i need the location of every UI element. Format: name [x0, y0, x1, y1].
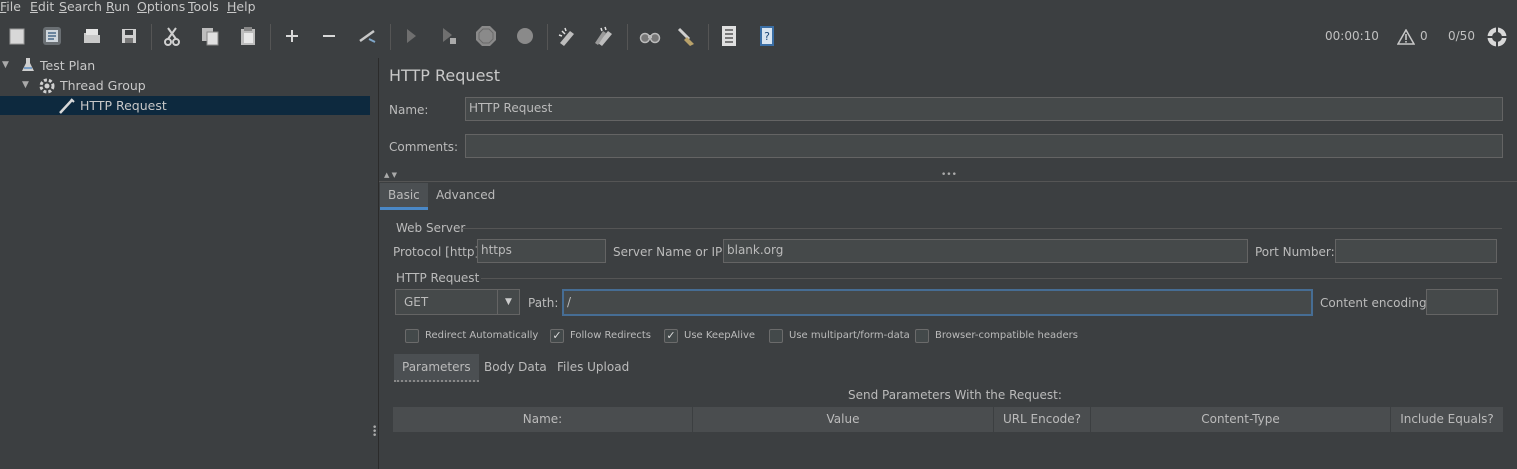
active-threads: 0/50: [1448, 29, 1475, 43]
tab-advanced[interactable]: Advanced: [428, 183, 503, 207]
test-plan-icon: [20, 57, 36, 73]
column-value[interactable]: Value: [693, 407, 994, 432]
browser-headers-label: Browser-compatible headers: [935, 330, 1078, 341]
multipart-label: Use multipart/form-data: [789, 330, 910, 341]
group-divider: [481, 278, 1502, 279]
menu-search[interactable]: Search: [59, 0, 102, 14]
tab-body-data[interactable]: Body Data: [476, 354, 555, 380]
shutdown-icon[interactable]: [512, 22, 538, 50]
collapse-arrow-icon[interactable]: ▼: [2, 56, 14, 75]
browser-headers-checkbox[interactable]: [915, 329, 929, 343]
horizontal-splitter[interactable]: ▲ ▼ •••: [379, 170, 1517, 182]
help-icon[interactable]: ?: [754, 22, 780, 50]
tree-item-test-plan[interactable]: ▼ Test Plan: [0, 56, 370, 75]
save-icon[interactable]: [116, 22, 142, 50]
start-icon[interactable]: [398, 22, 424, 50]
path-label: Path:: [528, 296, 559, 310]
splitter-grip-icon[interactable]: •••: [941, 170, 957, 180]
cut-icon[interactable]: [159, 22, 185, 50]
column-include-equals[interactable]: Include Equals?: [1391, 407, 1503, 432]
remote-status-icon[interactable]: [1484, 23, 1510, 51]
menu-run[interactable]: Run: [106, 0, 130, 14]
vertical-splitter[interactable]: [370, 58, 379, 469]
chevron-down-icon[interactable]: ▼: [497, 290, 519, 314]
expand-icon[interactable]: [279, 22, 305, 50]
svg-text:?: ?: [764, 30, 770, 43]
http-request-legend: HTTP Request: [396, 271, 480, 285]
new-icon[interactable]: [4, 22, 30, 50]
protocol-label: Protocol [http]:: [393, 245, 484, 259]
menu-bar: File Edit Search Run Options Tools Help: [0, 0, 1517, 14]
redirect-auto-label: Redirect Automatically: [425, 330, 539, 341]
tab-basic[interactable]: Basic: [380, 183, 428, 210]
port-field[interactable]: [1335, 239, 1497, 263]
clear-icon[interactable]: [554, 22, 580, 50]
port-label: Port Number:: [1255, 245, 1335, 259]
keepalive-label: Use KeepAlive: [684, 330, 756, 341]
search-icon[interactable]: [637, 22, 663, 50]
encoding-label: Content encoding:: [1320, 296, 1431, 310]
split-arrows-icon[interactable]: ▲ ▼: [384, 171, 397, 179]
comments-field[interactable]: [465, 134, 1503, 158]
warning-count: 0: [1420, 29, 1428, 43]
collapse-icon[interactable]: [316, 22, 342, 50]
open-icon[interactable]: [79, 22, 105, 50]
redirect-auto-checkbox[interactable]: [405, 329, 419, 343]
group-divider: [462, 228, 1502, 229]
encoding-field[interactable]: [1426, 289, 1498, 315]
column-name[interactable]: Name:: [393, 407, 693, 432]
toolbar: ? 00:00:10 0 0/50: [0, 14, 1517, 58]
menu-tools[interactable]: Tools: [188, 0, 219, 14]
http-request-icon: [58, 97, 75, 114]
path-field[interactable]: /: [562, 289, 1313, 316]
paste-icon[interactable]: [235, 22, 261, 50]
reset-search-icon[interactable]: [673, 22, 699, 50]
parameters-table-header: Name: Value URL Encode? Content-Type Inc…: [393, 407, 1503, 432]
page-title: HTTP Request: [389, 66, 501, 85]
start-no-pause-icon[interactable]: [436, 22, 462, 50]
web-server-legend: Web Server: [396, 221, 466, 235]
warning-icon[interactable]: [1393, 23, 1419, 51]
follow-redirects-label: Follow Redirects: [570, 330, 651, 341]
menu-help[interactable]: Help: [227, 0, 256, 14]
keepalive-checkbox[interactable]: ✓: [664, 329, 678, 343]
tab-parameters[interactable]: Parameters: [394, 354, 479, 382]
test-plan-tree: ▼ Test Plan ▼ Thread Group HTTP Request: [0, 58, 370, 469]
copy-icon[interactable]: [197, 22, 223, 50]
name-label: Name:: [389, 103, 429, 117]
table-caption: Send Parameters With the Request:: [848, 388, 1062, 402]
method-select[interactable]: GET ▼: [395, 289, 520, 315]
menu-file[interactable]: File: [0, 0, 21, 14]
templates-icon[interactable]: [39, 22, 65, 50]
clear-all-icon[interactable]: [592, 22, 618, 50]
protocol-field[interactable]: https: [477, 239, 606, 263]
server-field[interactable]: blank.org: [723, 239, 1248, 263]
tab-files-upload[interactable]: Files Upload: [549, 354, 637, 380]
menu-options[interactable]: Options: [137, 0, 185, 14]
function-helper-icon[interactable]: [716, 22, 742, 50]
collapse-arrow-icon[interactable]: ▼: [22, 76, 34, 95]
comments-label: Comments:: [389, 140, 459, 154]
multipart-checkbox[interactable]: [769, 329, 783, 343]
thread-group-icon: [38, 77, 55, 94]
splitter-grip-icon[interactable]: •••: [372, 424, 377, 441]
tree-item-thread-group[interactable]: ▼ Thread Group: [0, 76, 370, 95]
server-label: Server Name or IP:: [613, 245, 727, 259]
elapsed-timer: 00:00:10: [1325, 29, 1379, 43]
toggle-icon[interactable]: [355, 22, 381, 50]
stop-icon[interactable]: [473, 22, 499, 50]
menu-edit[interactable]: Edit: [30, 0, 54, 14]
tree-item-http-request[interactable]: HTTP Request: [0, 96, 370, 115]
column-url-encode[interactable]: URL Encode?: [994, 407, 1091, 432]
follow-redirects-checkbox[interactable]: ✓: [550, 329, 564, 343]
name-field[interactable]: HTTP Request: [465, 97, 1503, 121]
column-content-type[interactable]: Content-Type: [1091, 407, 1391, 432]
